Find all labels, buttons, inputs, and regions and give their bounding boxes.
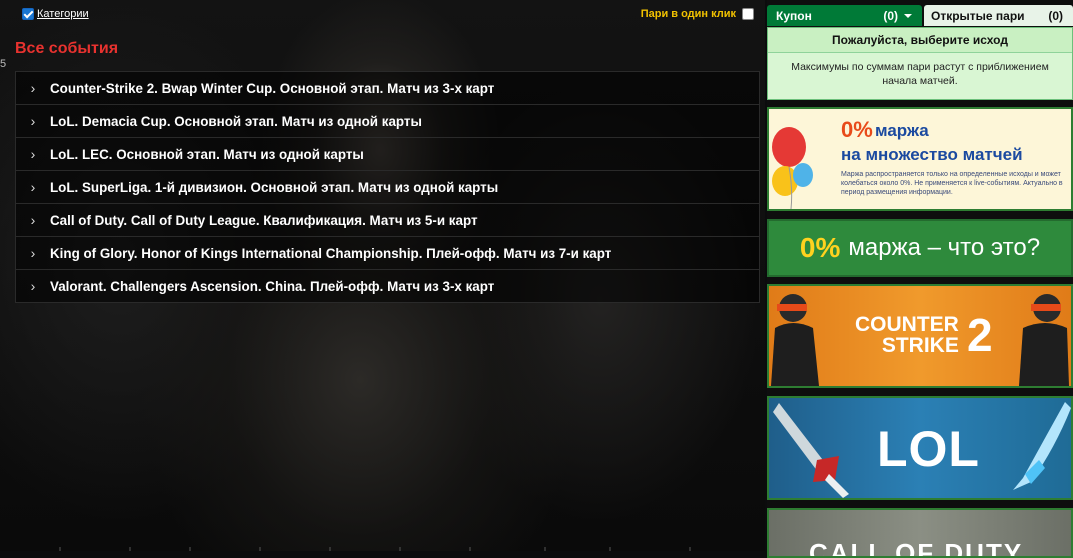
one-click-bet-checkbox[interactable]	[742, 8, 754, 20]
right-column: Купон (0) Открытые пари (0) Пожалуйста, …	[767, 0, 1073, 558]
top-bar: Категории Пари в один клик	[22, 8, 754, 24]
page-title: Все события	[15, 40, 119, 57]
categories-checkbox[interactable]	[22, 8, 34, 20]
event-label: Valorant. Challengers Ascension. China. …	[50, 278, 495, 294]
event-row[interactable]: › Call of Duty. Call of Duty League. Квал…	[16, 204, 759, 237]
tab-open-bets[interactable]: Открытые пари (0)	[924, 5, 1073, 26]
cs-number: 2	[967, 309, 993, 361]
chevron-right-icon: ›	[30, 212, 36, 228]
categories-toggle[interactable]: Категории	[22, 8, 89, 20]
cs-title-line1: COUNTER	[855, 313, 959, 336]
events-list: › Counter-Strike 2. Bwap Winter Cup. Осно…	[15, 71, 760, 303]
margin-disclaimer: Маржа распространяется только на определ…	[841, 171, 1063, 196]
event-row[interactable]: › LoL. SuperLiga. 1-й дивизион. Основной …	[16, 171, 759, 204]
what-percent: 0%	[799, 232, 841, 263]
event-row[interactable]: › Valorant. Challengers Ascension. China.…	[16, 270, 759, 302]
coupon-prompt: Пожалуйста, выберите исход	[768, 28, 1072, 53]
event-label: King of Glory. Honor of Kings Internatio…	[50, 245, 612, 261]
bottom-ticks	[59, 547, 691, 551]
blade-icon	[1013, 402, 1071, 490]
edge-mark: 5	[0, 58, 7, 70]
banner-counter-strike[interactable]: COUNTER STRIKE 2	[767, 284, 1073, 388]
chevron-right-icon: ›	[30, 245, 36, 261]
one-click-bet-label: Пари в один клик	[640, 8, 736, 20]
event-row[interactable]: › LoL. LEC. Основной этап. Матч из одной …	[16, 138, 759, 171]
coupon-info: Максимумы по суммам пари растут с прибли…	[791, 61, 1049, 87]
balloons-icon	[772, 127, 813, 209]
coupon-panel: Пожалуйста, выберите исход Максимумы по …	[767, 27, 1073, 100]
categories-label[interactable]: Категории	[37, 8, 89, 20]
tab-coupon[interactable]: Купон (0)	[767, 5, 922, 26]
chevron-right-icon: ›	[30, 80, 36, 96]
soldier-icon	[771, 294, 819, 386]
event-row[interactable]: › Counter-Strike 2. Bwap Winter Cup. Осно…	[16, 72, 759, 105]
tab-coupon-label: Купон	[776, 9, 812, 23]
chevron-right-icon: ›	[30, 113, 36, 129]
chevron-right-icon: ›	[30, 146, 36, 162]
chevron-right-icon: ›	[30, 179, 36, 195]
cod-title: CALL OF DUTY	[809, 538, 1024, 558]
coupon-tabs: Купон (0) Открытые пари (0)	[767, 5, 1073, 26]
event-label: Counter-Strike 2. Bwap Winter Cup. Основ…	[50, 80, 495, 96]
tab-coupon-count: (0)	[883, 9, 898, 23]
sword-icon	[773, 403, 849, 498]
event-label: LoL. SuperLiga. 1-й дивизион. Основной э…	[50, 179, 499, 195]
cs-title-line2: STRIKE	[881, 334, 959, 357]
margin-line1: маржа	[875, 121, 929, 140]
banner-lol[interactable]: LOL	[767, 396, 1073, 500]
one-click-bet-toggle[interactable]: Пари в один клик	[641, 8, 754, 20]
event-row[interactable]: › King of Glory. Honor of Kings Internati…	[16, 237, 759, 270]
chevron-right-icon: ›	[30, 278, 36, 294]
caret-down-icon[interactable]	[904, 14, 912, 18]
banner-zero-margin[interactable]: 0% маржа на множество матчей Маржа распр…	[767, 107, 1073, 211]
banner-what-is-margin[interactable]: 0% маржа – что это?	[767, 219, 1073, 277]
event-label: Call of Duty. Call of Duty League. Квали…	[50, 212, 478, 228]
margin-line2: на множество матчей	[841, 145, 1023, 164]
event-label: LoL. Demacia Cup. Основной этап. Матч из…	[50, 113, 422, 129]
soldier-icon	[1019, 294, 1069, 386]
what-text: маржа – что это?	[848, 234, 1041, 261]
tab-open-bets-count: (0)	[1048, 9, 1063, 23]
event-row[interactable]: › LoL. Demacia Cup. Основной этап. Матч и…	[16, 105, 759, 138]
tab-open-bets-label: Открытые пари	[931, 9, 1025, 23]
lol-title: LOL	[877, 421, 980, 477]
event-label: LoL. LEC. Основной этап. Матч из одной к…	[50, 146, 364, 162]
cs-title: COUNTER STRIKE	[855, 314, 959, 356]
margin-percent: 0%	[841, 117, 873, 142]
